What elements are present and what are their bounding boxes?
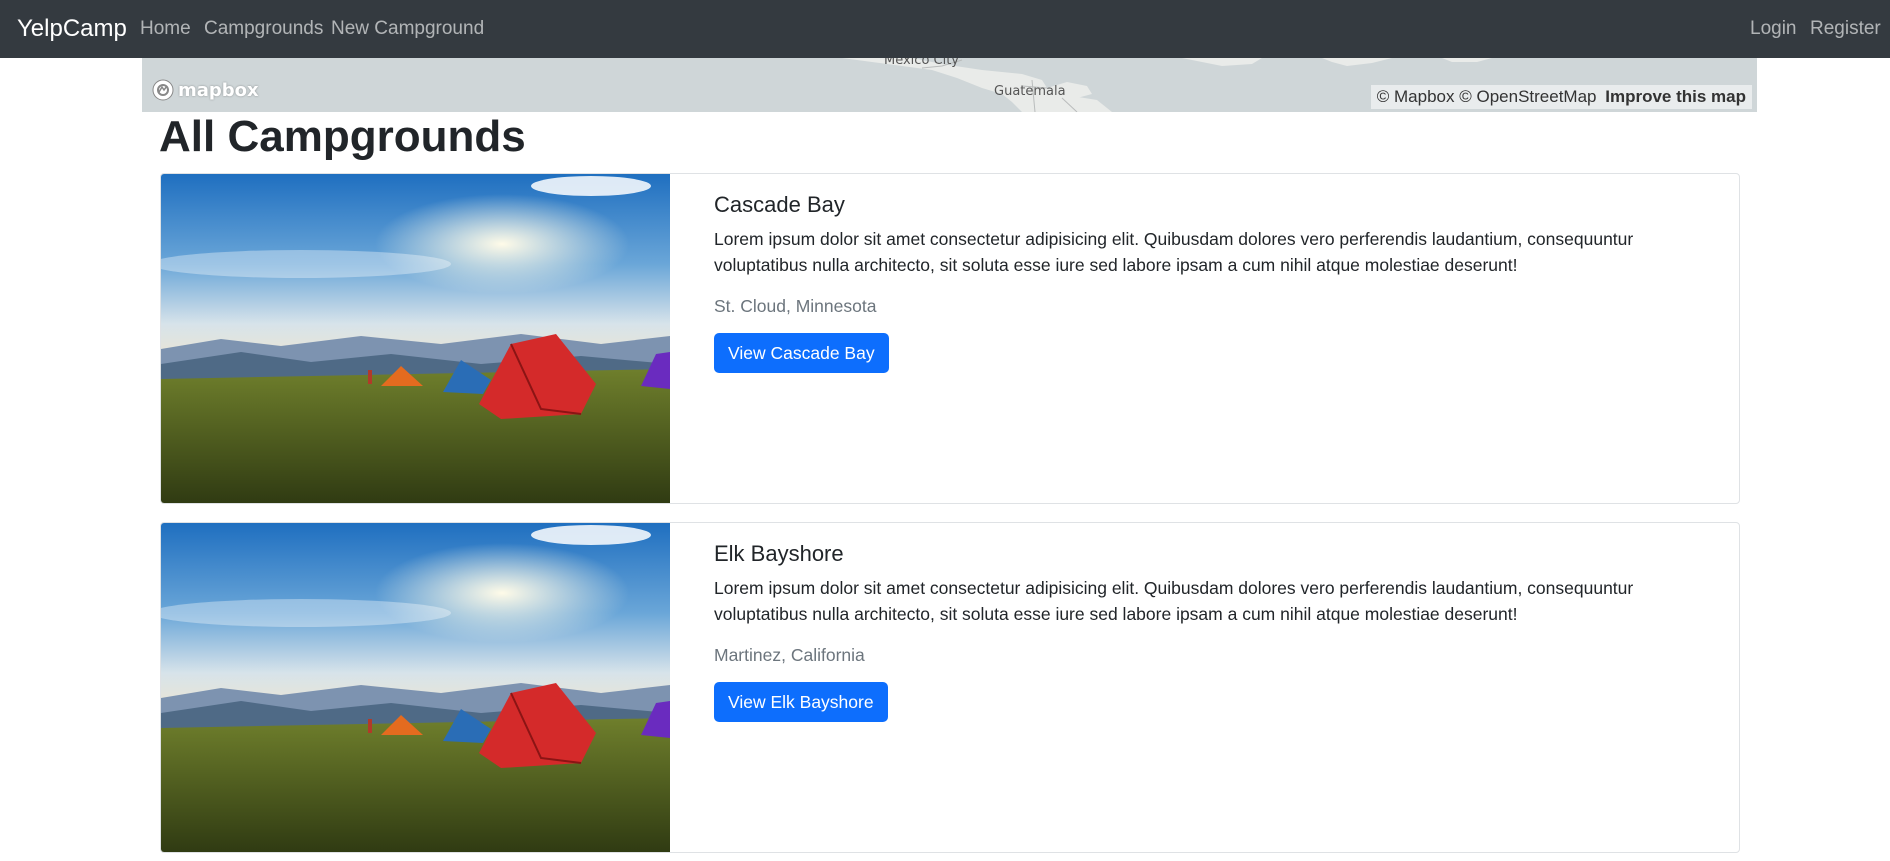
map-label-guatemala: Guatemala [994, 84, 1066, 99]
mapbox-logo-icon [152, 79, 174, 101]
campground-description: Lorem ipsum dolor sit amet consectetur a… [714, 578, 1634, 624]
campground-location: Martinez, California [714, 645, 865, 665]
page-title: All Campgrounds [159, 112, 526, 161]
campground-description: Lorem ipsum dolor sit amet consectetur a… [714, 229, 1634, 275]
nav-register-link[interactable]: Register [1810, 18, 1881, 40]
map-attribution: © Mapbox © OpenStreetMap Improve this ma… [1370, 85, 1752, 109]
campground-card: Cascade Bay Lorem ipsum dolor sit amet c… [160, 173, 1740, 504]
card-body: Cascade Bay Lorem ipsum dolor sit amet c… [714, 192, 1699, 373]
mapbox-logo-text: mapbox [178, 79, 259, 101]
brand-link[interactable]: YelpCamp [17, 15, 127, 43]
nav-campgrounds-link[interactable]: Campgrounds [204, 18, 323, 40]
campground-location: St. Cloud, Minnesota [714, 296, 877, 316]
campground-title: Cascade Bay [714, 192, 845, 217]
osm-attribution-link[interactable]: © OpenStreetMap [1459, 87, 1596, 106]
nav-new-campground-link[interactable]: New Campground [331, 18, 484, 40]
campground-image [161, 174, 670, 503]
mapbox-attribution-link[interactable]: © Mapbox [1377, 87, 1455, 106]
improve-map-link[interactable]: Improve this map [1605, 87, 1746, 106]
nav-home-link[interactable]: Home [140, 18, 191, 40]
nav-login-link[interactable]: Login [1750, 18, 1797, 40]
view-campground-button[interactable]: View Elk Bayshore [714, 682, 888, 722]
map-label-mexico-city: Mexico City [884, 58, 960, 68]
view-campground-button[interactable]: View Cascade Bay [714, 333, 889, 373]
card-body: Elk Bayshore Lorem ipsum dolor sit amet … [714, 541, 1699, 722]
campground-card: Elk Bayshore Lorem ipsum dolor sit amet … [160, 522, 1740, 853]
campground-title: Elk Bayshore [714, 541, 844, 566]
mapbox-logo[interactable]: mapbox [151, 77, 259, 103]
navbar: YelpCamp Home Campgrounds New Campground… [0, 0, 1890, 58]
cluster-map[interactable]: Mexico City Guatemala mapbox © Mapbox © … [142, 58, 1757, 112]
campground-image [161, 523, 670, 852]
